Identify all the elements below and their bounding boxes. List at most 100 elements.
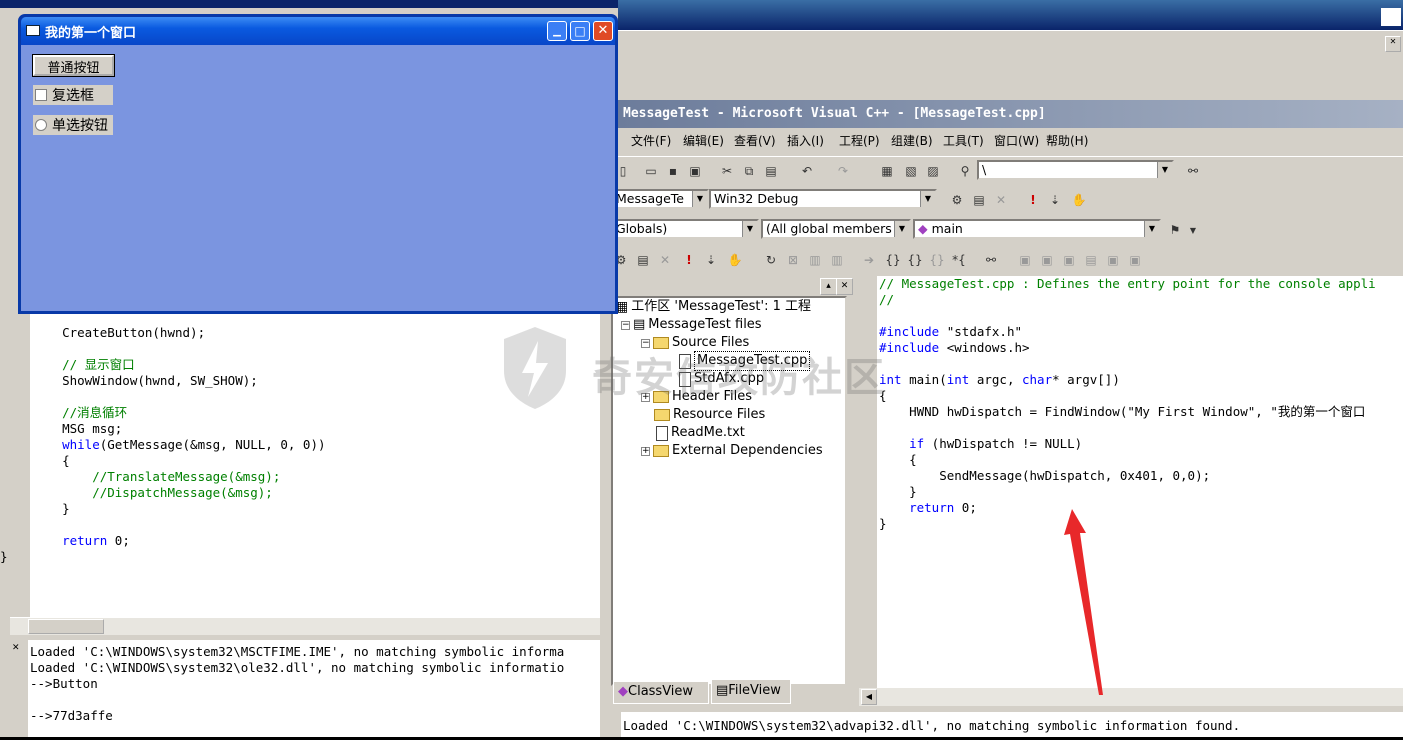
go-icon[interactable]: ⇣ [1045,190,1065,210]
left-code-line: // 显示窗口 [32,357,135,372]
find-icon[interactable]: ⚯ [1183,161,1203,181]
copy-icon[interactable]: ⧉ [739,161,759,181]
undo-icon[interactable]: ↶ [797,161,817,181]
right-editor[interactable]: // MessageTest.cpp : Defines the entry p… [859,276,1403,688]
windows-icon[interactable]: ▨ [923,161,943,181]
left-output-close[interactable]: ✕ [12,642,24,654]
config-combo[interactable]: Win32 Debug ▼ [709,189,937,209]
menu-edit[interactable]: 编辑(E) [683,128,724,154]
debug-stop-icon[interactable]: ⊠ [783,250,803,270]
workspace-restore-button[interactable]: ▴ [820,278,837,295]
tree-workspace[interactable]: ▦ 工作区 'MessageTest': 1 工程 [615,298,811,316]
radio-circle[interactable] [35,119,47,131]
close-button[interactable]: ✕ [593,21,613,41]
maximize-button[interactable]: □ [570,21,590,41]
checkbox-box[interactable] [35,89,47,101]
vc-window: MessageTest - Microsoft Visual C++ - [Me… [603,100,1403,737]
menu-insert[interactable]: 插入(I) [787,128,824,154]
show-next-icon[interactable]: ➔ [859,250,879,270]
vc-title: MessageTest - Microsoft Visual C++ - [Me… [623,106,1046,121]
tree-resource-files[interactable]: Resource Files [654,406,765,424]
tree-project[interactable]: − ▤ MessageTest files [621,316,762,334]
left-output-pane[interactable]: Loaded 'C:\WINDOWS\system32\MSCTFIME.IME… [10,640,600,737]
debug-restart-icon[interactable]: ↻ [761,250,781,270]
save-icon[interactable]: ▪ [663,161,683,181]
collapse-icon[interactable]: − [641,338,650,348]
open-icon[interactable]: ▭ [641,161,661,181]
menu-project[interactable]: 工程(P) [839,128,880,154]
right-output-pane[interactable]: Loaded 'C:\WINDOWS\system32\advapi32.dll… [603,712,1403,737]
workspace-icon[interactable]: ▦ [877,161,897,181]
collapse-icon[interactable]: − [621,320,630,330]
code-line: } [879,484,917,499]
stop-build-icon[interactable]: ✕ [991,190,1011,210]
find-files-icon[interactable]: ⚲ [955,161,975,181]
menu-help[interactable]: 帮助(H) [1046,128,1088,154]
menu-tools[interactable]: 工具(T) [943,128,984,154]
bg-top-titlebar [618,0,1403,30]
tree-external-deps[interactable]: + External Dependencies [641,442,823,460]
members-combo[interactable]: (All global members ▼ [761,219,911,239]
menu-file[interactable]: 文件(F) [631,128,671,154]
minimize-button[interactable]: ▁ [547,21,567,41]
tree-file-messagetest[interactable]: MessageTest.cpp [679,351,811,371]
stop2-icon[interactable]: ✕ [655,250,675,270]
save-all-icon[interactable]: ▣ [685,161,705,181]
apply-icon[interactable]: ▥ [827,250,847,270]
menu-window[interactable]: 窗口(W) [994,128,1039,154]
tree-file-stdafx[interactable]: StdAfx.cpp [679,370,764,388]
break-icon[interactable]: ▥ [805,250,825,270]
build-icon[interactable]: ▤ [969,190,989,210]
breakpoint2-icon[interactable]: ✋ [725,250,745,270]
radio-control[interactable]: 单选按钮 [33,115,113,135]
wizard-icon[interactable]: ⚑ [1165,220,1185,240]
step-into-icon[interactable]: {} [883,250,903,270]
quickwatch-icon[interactable]: ⚯ [981,250,1001,270]
expand-icon[interactable]: + [641,392,650,402]
tree-header-files[interactable]: + Header Files [641,388,752,406]
output-icon[interactable]: ▧ [901,161,921,181]
left-editor[interactable]: CreateButton(hwnd); // 显示窗口 ShowWindow(h… [0,312,600,617]
redo-icon[interactable]: ↷ [833,161,853,181]
expand-icon[interactable]: + [641,446,650,456]
execute2-icon[interactable]: ! [679,250,699,270]
right-editor-hscroll[interactable]: ◀ [859,688,1403,706]
go2-icon[interactable]: ⇣ [701,250,721,270]
bg-top-close-button[interactable] [1381,8,1401,26]
paste-icon[interactable]: ▤ [761,161,781,181]
workspace-tree[interactable]: ▦ 工作区 'MessageTest': 1 工程 − ▤ MessageTest f… [611,296,847,686]
callstack-icon[interactable]: ▣ [1103,250,1123,270]
menu-build[interactable]: 组建(B) [891,128,933,154]
tab-fileview[interactable]: ▤FileView [711,680,791,704]
menu-view[interactable]: 查看(V) [734,128,776,154]
wizard-dropdown-icon[interactable]: ▼ [1183,220,1203,240]
left-scroll-thumb[interactable] [28,619,104,634]
compile-icon[interactable]: ⚙ [947,190,967,210]
find-combo[interactable]: \ ▼ [977,160,1174,180]
left-editor-hscroll[interactable] [10,617,600,635]
scroll-left-arrow[interactable]: ◀ [861,689,877,705]
watch-icon[interactable]: ▣ [1015,250,1035,270]
tree-readme[interactable]: ReadMe.txt [656,424,745,442]
checkbox-label: 复选框 [52,88,94,104]
breakpoint-icon[interactable]: ✋ [1069,190,1089,210]
tree-source-files[interactable]: − Source Files [641,334,749,352]
tab-classview[interactable]: ◆ClassView [613,682,709,704]
scope-combo[interactable]: Globals) ▼ [611,219,759,239]
memory-icon[interactable]: ▤ [1081,250,1101,270]
cut-icon[interactable]: ✂ [717,161,737,181]
execute-icon[interactable]: ! [1023,190,1043,210]
run-to-cursor-icon[interactable]: *{ [949,250,969,270]
bg-top-scroll-arrow[interactable]: ✕ [1385,36,1401,52]
workspace-close-button[interactable]: ✕ [836,278,853,295]
normal-button[interactable]: 普通按钮 [32,54,115,77]
checkbox-control[interactable]: 复选框 [33,85,113,105]
variables-icon[interactable]: ▣ [1037,250,1057,270]
project-combo[interactable]: MessageTe ▼ [611,189,709,209]
step-over-icon[interactable]: {} [905,250,925,270]
function-combo[interactable]: ◆ main ▼ [913,219,1161,239]
registers-icon[interactable]: ▣ [1059,250,1079,270]
step-out-icon[interactable]: {} [927,250,947,270]
disassembly-icon[interactable]: ▣ [1125,250,1145,270]
build2-icon[interactable]: ▤ [633,250,653,270]
